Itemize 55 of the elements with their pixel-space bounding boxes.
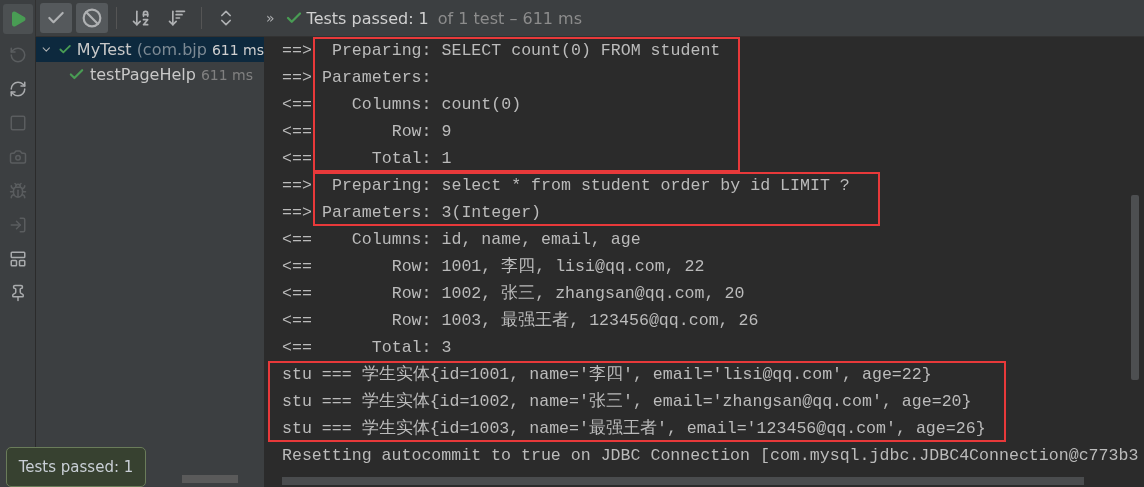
log-line: Columns: count(0) [350,94,523,116]
sort-icon [131,8,151,28]
log-line: Preparing: SELECT count(0) FROM student [330,40,721,62]
notification-toast: Tests passed: 1 [6,447,146,487]
refresh-icon [8,80,27,98]
log-line: Total: 1 [370,148,453,170]
log-arrow: ==> [282,40,313,62]
show-passed-button[interactable] [40,3,72,33]
rotate-icon [8,46,27,64]
log-line: Resetting autocommit to true on JDBC Connection [com.mysql.jdbc.JDBC4Connection@c773b3 [282,445,1139,467]
log-line: Row: 1002, 张三, zhangsan@qq.com, 20 [390,283,746,305]
log-arrow: <== [282,337,313,359]
log-line: stu === 学生实体{id=1003, name='最强王者', email='123456@qq.com', age=26} [282,418,986,440]
log-arrow: ==> [282,175,313,197]
log-line: Columns: id, name, email, age [350,229,642,251]
log-line: stu === 学生实体{id=1002, name='张三', email='zhangsan@qq.com', age=20} [282,391,973,413]
log-line: Parameters: 3(Integer) [322,202,543,224]
log-arrow: <== [282,256,313,278]
status-detail: of 1 test – 611 ms [437,8,582,28]
log-line: Total: 3 [370,337,453,359]
log-line: Preparing: select * from student order by id LIMIT ? [330,175,851,197]
scrollbar[interactable] [1131,195,1139,380]
log-arrow: <== [282,148,313,170]
tree-item[interactable]: MyTest (com.bjp 611 ms [36,37,264,62]
status-label: Tests passed: 1 [306,8,429,28]
scrollbar[interactable] [282,477,1084,485]
test-package: (com.bjp [136,40,207,59]
camera-icon [8,148,27,166]
layout-icon [8,250,27,268]
test-duration: 611 ms [200,66,254,83]
login-icon [8,216,27,234]
log-line: stu === 学生实体{id=1001, name='李四', email='lisi@qq.com', age=22} [282,364,933,386]
bug-icon [8,182,27,200]
ban-icon [82,8,102,28]
run-button[interactable] [2,3,33,34]
overflow-chevron[interactable]: » [266,10,275,26]
log-arrow: <== [282,121,313,143]
test-duration: 611 ms [211,41,264,58]
log-line: Row: 9 [390,121,453,143]
sort-icon [167,8,187,28]
scrollbar[interactable] [182,475,238,483]
show-ignored-button[interactable] [76,3,108,33]
log-arrow: <== [282,229,313,251]
test-name: MyTest [76,40,132,59]
log-arrow: ==> [282,202,313,224]
log-arrow: <== [282,310,313,332]
log-arrow: <== [282,94,313,116]
log-arrow: <== [282,283,313,305]
log-arrow: ==> [282,67,313,89]
log-line: Row: 1001, 李四, lisi@qq.com, 22 [390,256,706,278]
log-line: Row: 1003, 最强王者, 123456@qq.com, 26 [390,310,759,332]
log-line: Parameters: [322,67,433,89]
tree-item[interactable]: testPageHelp 611 ms [36,62,264,87]
test-name: testPageHelp [90,65,196,84]
stop-icon [8,114,27,132]
